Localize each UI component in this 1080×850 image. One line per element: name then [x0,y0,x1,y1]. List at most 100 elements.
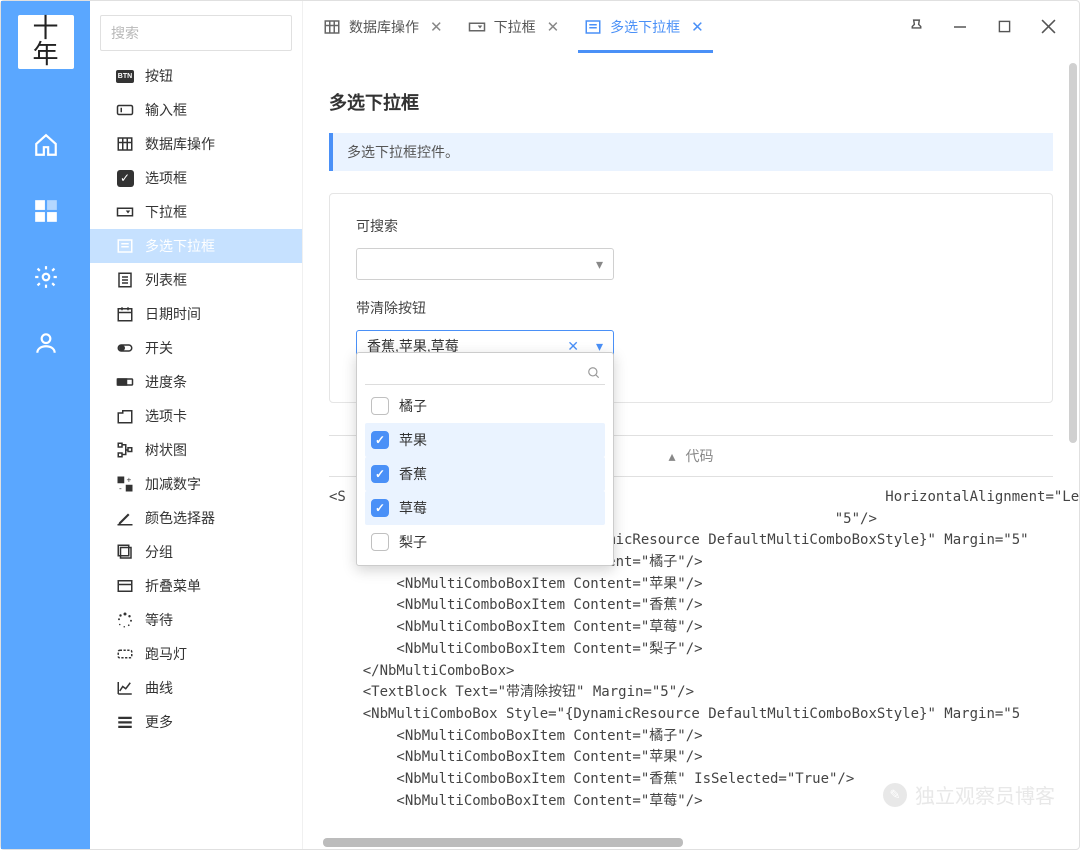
checkbox[interactable] [371,431,389,449]
svg-text:-: - [119,484,122,493]
pin-button[interactable] [905,16,927,38]
demo-panel: 可搜索 ▾ 带清除按钮 香蕉,苹果,草莓 ✕ ▾ 橘子苹果香蕉草莓梨子 [329,193,1053,403]
svg-text:+: + [127,476,132,485]
dropdown-search[interactable] [365,361,605,385]
tab-close-icon[interactable]: ✕ [544,18,563,36]
vertical-scrollbar[interactable] [1069,63,1077,849]
dropdown-item[interactable]: 草莓 [365,491,605,525]
db-icon [323,18,341,36]
nav-item-label: 输入框 [145,100,187,120]
nav-item-color[interactable]: 颜色选择器 [90,501,302,535]
checkbox[interactable] [371,533,389,551]
dropdown-item-label: 橘子 [399,396,427,416]
main-area: 数据库操作✕下拉框✕多选下拉框✕ 多选下拉框 多选下拉框控件。 可搜索 ▾ 带清… [303,1,1079,849]
nav-item-label: 加减数字 [145,474,201,494]
dropdown-item-label: 香蕉 [399,464,427,484]
nav-item-more[interactable]: 更多 [90,705,302,739]
page-title: 多选下拉框 [329,89,1053,115]
section-label-clear: 带清除按钮 [356,298,1026,318]
nav-item-num[interactable]: +- 加减数字 [90,467,302,501]
nav-item-group[interactable]: 分组 [90,535,302,569]
horizontal-scrollbar[interactable] [323,838,919,847]
nav-item-btn[interactable]: BTN 按钮 [90,59,302,93]
nav-item-label: 曲线 [145,678,173,698]
nav-item-label: 列表框 [145,270,187,290]
nav-item-accord[interactable]: 折叠菜单 [90,569,302,603]
section-label-searchable: 可搜索 [356,216,1026,236]
nav-item-label: 日期时间 [145,304,201,324]
nav-item-db[interactable]: 数据库操作 [90,127,302,161]
check-icon: ✓ [116,170,134,187]
nav-item-label: 选项框 [145,168,187,188]
content: 多选下拉框 多选下拉框控件。 可搜索 ▾ 带清除按钮 香蕉,苹果,草莓 ✕ ▾ [303,53,1079,849]
tab-ddl[interactable]: 下拉框 ✕ [462,3,569,51]
list-icon [116,271,134,289]
dashboard-icon[interactable] [32,197,60,225]
num-icon: +- [116,475,134,493]
tab-db[interactable]: 数据库操作 ✕ [317,3,452,51]
tab-label: 数据库操作 [349,17,419,37]
nav-item-marq[interactable]: 跑马灯 [90,637,302,671]
nav-item-tree[interactable]: 树状图 [90,433,302,467]
maximize-button[interactable] [993,16,1015,38]
settings-icon[interactable] [32,263,60,291]
tab-close-icon[interactable]: ✕ [427,18,446,36]
nav-item-label: 多选下拉框 [145,236,215,256]
nav-item-mddl[interactable]: 多选下拉框 [90,229,302,263]
tab-label: 下拉框 [494,17,536,37]
nav-item-input[interactable]: 输入框 [90,93,302,127]
nav-item-prog[interactable]: 进度条 [90,365,302,399]
date-icon [116,305,134,323]
nav-item-label: 进度条 [145,372,187,392]
left-rail: 十 年 [1,1,90,849]
ddl-icon [468,18,486,36]
dropdown-item[interactable]: 苹果 [365,423,605,457]
home-icon[interactable] [32,131,60,159]
combo-searchable[interactable]: ▾ [356,248,614,280]
search-input[interactable] [111,25,281,41]
input-icon [116,101,134,119]
nav-item-date[interactable]: 日期时间 [90,297,302,331]
group-icon [116,543,134,561]
checkbox[interactable] [371,465,389,483]
dropdown-item-label: 草莓 [399,498,427,518]
checkbox[interactable] [371,499,389,517]
tab-mddl[interactable]: 多选下拉框✕ [578,3,713,51]
nav-item-label: 折叠菜单 [145,576,201,596]
mddl-icon [116,237,134,255]
nav-item-label: 跑马灯 [145,644,187,664]
nav-item-label: 更多 [145,712,173,732]
dropdown-item[interactable]: 香蕉 [365,457,605,491]
nav-item-check[interactable]: ✓ 选项框 [90,161,302,195]
nav-item-switch[interactable]: 开关 [90,331,302,365]
dropdown-item[interactable]: 橘子 [365,389,605,423]
nav-item-list[interactable]: 列表框 [90,263,302,297]
minimize-button[interactable] [949,16,971,38]
watermark: ✎ 独立观察员博客 [883,780,1055,809]
wait-icon [116,611,134,629]
dropdown-item-label: 苹果 [399,430,427,450]
dropdown-item-label: 梨子 [399,532,427,552]
nav-item-label: 选项卡 [145,406,187,426]
nav-item-tab[interactable]: 选项卡 [90,399,302,433]
tab-icon [116,407,134,425]
db-icon [116,135,134,153]
nav-item-label: 按钮 [145,66,173,86]
nav-item-label: 颜色选择器 [145,508,215,528]
close-window-button[interactable] [1037,16,1059,38]
nav-item-chart[interactable]: 曲线 [90,671,302,705]
user-icon[interactable] [32,329,60,357]
mddl-icon [584,18,602,36]
tab-strip: 数据库操作✕下拉框✕多选下拉框✕ [317,1,723,52]
tree-icon [116,441,134,459]
accord-icon [116,577,134,595]
window-controls [905,16,1065,38]
code-toggle-label: 代码 [686,446,714,466]
nav-item-wait[interactable]: 等待 [90,603,302,637]
dropdown-item[interactable]: 梨子 [365,525,605,559]
search-box[interactable] [100,15,292,51]
checkbox[interactable] [371,397,389,415]
nav-item-ddl[interactable]: 下拉框 [90,195,302,229]
btn-icon: BTN [116,70,134,83]
tab-close-icon[interactable]: ✕ [688,18,707,36]
